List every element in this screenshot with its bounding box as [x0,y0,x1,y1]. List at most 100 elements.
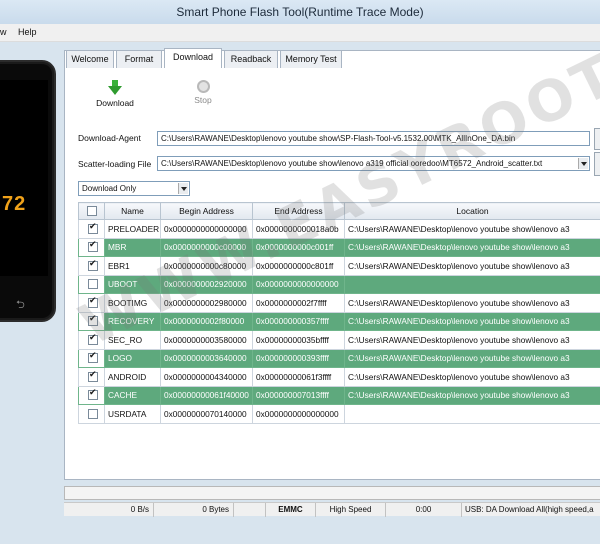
partition-name: USRDATA [104,404,161,424]
row-checkbox-cell[interactable] [78,237,105,257]
partition-location: C:\Users\RAWANE\Desktop\lenovo youtube s… [344,219,600,239]
column-header-end-address[interactable]: End Address [252,202,345,220]
download-agent-field[interactable]: C:\Users\RAWANE\Desktop\lenovo youtube s… [157,131,590,146]
select-all-checkbox[interactable] [86,206,97,216]
menu-item-help[interactable]: Help [18,27,37,37]
begin-address: 0x0000000000c00000 [160,237,253,257]
download-mode-select[interactable]: Download Only [78,181,190,196]
download-agent-browse-button[interactable] [594,128,600,150]
row-checkbox-cell[interactable] [78,274,105,294]
download-mode-value: Download Only [82,184,137,193]
chevron-down-icon[interactable] [578,158,588,169]
partition-location: C:\Users\RAWANE\Desktop\lenovo youtube s… [344,385,600,405]
partition-location: C:\Users\RAWANE\Desktop\lenovo youtube s… [344,256,600,276]
table-row[interactable]: MBR0x0000000000c000000x0000000000c001ffC… [78,237,600,257]
begin-address: 0x0000000003640000 [160,348,253,368]
table-row[interactable]: RECOVERY0x0000000002f800000x000000000357… [78,311,600,331]
column-header-begin-address[interactable]: Begin Address [160,202,253,220]
row-checkbox[interactable] [88,370,98,382]
table-row[interactable]: CACHE0x00000000061f400000x000000007013ff… [78,385,600,405]
table-row[interactable]: LOGO0x00000000036400000x000000000393ffff… [78,348,600,368]
end-address: 0x0000000000018a0b [252,219,345,239]
partition-name: CACHE [104,385,161,405]
column-header-location[interactable]: Location [344,202,600,220]
tab-welcome[interactable]: Welcome [66,50,114,68]
scatter-file-field[interactable]: C:\Users\RAWANE\Desktop\lenovo youtube s… [157,156,590,171]
partition-name: SEC_RO [104,330,161,350]
end-address: 0x000000000393ffff [252,348,345,368]
end-address: 0x00000000061f3ffff [252,367,345,387]
begin-address: 0x0000000002980000 [160,293,253,313]
row-checkbox-cell[interactable] [78,348,105,368]
tab-readback[interactable]: Readback [224,50,278,68]
end-address: 0x0000000000000000 [252,274,345,294]
status-storage: EMMC [266,503,316,517]
row-checkbox-cell[interactable] [78,311,105,331]
row-checkbox[interactable] [88,314,98,327]
row-checkbox[interactable] [88,240,98,253]
row-checkbox-cell[interactable] [78,293,105,313]
scatter-file-label: Scatter-loading File [78,159,152,169]
table-row[interactable]: ANDROID0x00000000043400000x00000000061f3… [78,367,600,387]
row-checkbox-cell[interactable] [78,367,105,387]
download-button[interactable]: Download [92,80,138,108]
table-row[interactable]: USRDATA 0x0000000070140000 0x0000000000000… [78,404,600,424]
begin-address: 0x0000000003580000 [160,330,253,350]
row-checkbox[interactable] [88,222,98,234]
row-checkbox-cell[interactable] [78,256,105,276]
row-checkbox[interactable] [88,351,98,364]
select-all-header[interactable] [78,202,105,220]
stop-button-label: Stop [194,95,212,105]
scatter-file-browse-button[interactable] [594,152,600,176]
row-checkbox[interactable] [88,259,98,271]
partition-location: C:\Users\RAWANE\Desktop\lenovo youtube s… [344,367,600,387]
end-address: 0x000000007013ffff [252,385,345,405]
begin-address: 0x0000000070140000 [160,404,253,424]
table-row[interactable]: BOOTIMG0x00000000029800000x0000000002f7f… [78,293,600,313]
status-bytes: 0 Bytes [154,503,234,517]
menu-item-window[interactable]: w [0,27,7,37]
tab-memory-test[interactable]: Memory Test [280,50,342,68]
begin-address: 0x0000000002f80000 [160,311,253,331]
column-header-name[interactable]: Name [104,202,161,220]
begin-address: 0x0000000000000000 [160,219,253,239]
row-checkbox-cell[interactable] [78,219,105,239]
row-checkbox[interactable] [88,333,98,345]
row-checkbox[interactable] [88,279,98,290]
scatter-file-value: C:\Users\RAWANE\Desktop\lenovo youtube s… [161,159,543,168]
end-address: 0x0000000000c801ff [252,256,345,276]
partition-name: PRELOADER [104,219,161,239]
status-usb: USB: DA Download All(high speed,a [462,503,600,517]
tab-download[interactable]: Download [164,48,222,68]
end-address: 0x0000000000000000 [252,404,345,424]
table-row[interactable]: SEC_RO0x00000000035800000x00000000035bff… [78,330,600,350]
begin-address: 0x0000000002920000 [160,274,253,294]
status-bar: 0 B/s 0 Bytes EMMC High Speed 0:00 USB: … [64,502,600,517]
partition-location: C:\Users\RAWANE\Desktop\lenovo youtube s… [344,311,600,331]
chevron-down-icon[interactable] [178,183,188,194]
row-checkbox-cell[interactable] [78,404,105,424]
window-title: Smart Phone Flash Tool(Runtime Trace Mod… [176,5,424,19]
phone-illustration: 72 ⮌ [0,60,56,322]
table-row[interactable]: EBR10x0000000000c800000x0000000000c801ff… [78,256,600,276]
table-row[interactable]: UBOOT 0x0000000002920000 0x000000000000000… [78,274,600,294]
partition-table: Name Begin Address End Address Location … [78,202,600,424]
partition-name: EBR1 [104,256,161,276]
begin-address: 0x00000000061f40000 [160,385,253,405]
status-speed: 0 B/s [64,503,154,517]
status-spacer [234,503,266,517]
row-checkbox-cell[interactable] [78,385,105,405]
status-mode: High Speed [316,503,386,517]
row-checkbox[interactable] [88,296,98,308]
table-row[interactable]: PRELOADER0x00000000000000000x00000000000… [78,219,600,239]
row-checkbox[interactable] [88,408,98,419]
partition-location [344,274,600,294]
stop-button[interactable]: Stop [184,80,222,105]
partition-location: C:\Users\RAWANE\Desktop\lenovo youtube s… [344,293,600,313]
begin-address: 0x0000000004340000 [160,367,253,387]
stop-icon [196,80,210,93]
end-address: 0x000000000357ffff [252,311,345,331]
row-checkbox-cell[interactable] [78,330,105,350]
tab-format[interactable]: Format [116,50,162,68]
row-checkbox[interactable] [88,388,98,401]
